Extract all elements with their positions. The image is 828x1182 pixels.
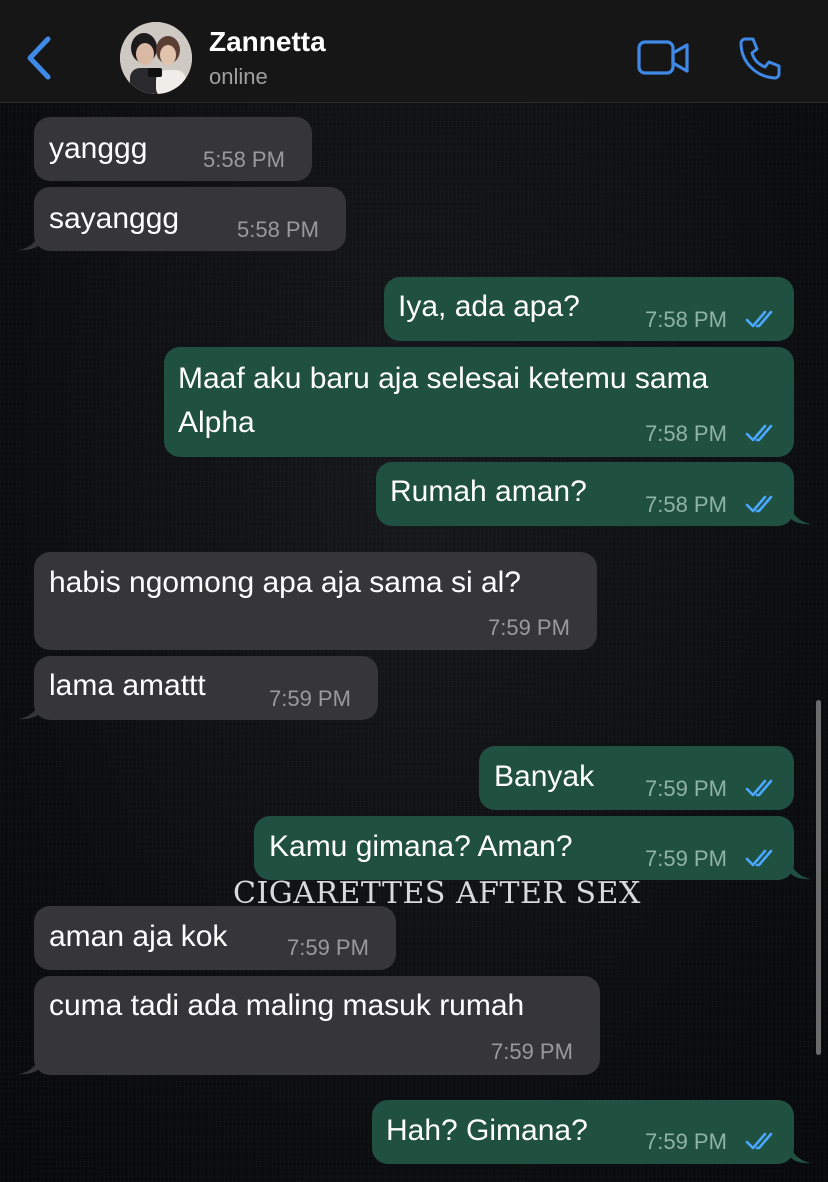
- incoming-message[interactable]: sayanggg 5:58 PM: [34, 187, 346, 251]
- outgoing-message[interactable]: Rumah aman? 7:58 PM: [376, 462, 794, 526]
- incoming-message[interactable]: habis ngomong apa aja sama si al? 7:59 P…: [34, 552, 597, 650]
- message-text: Rumah aman?: [390, 475, 587, 508]
- message-time: 5:58 PM: [203, 147, 285, 172]
- contact-status: online: [209, 64, 268, 89]
- message-text: lama amattt: [49, 669, 206, 702]
- chat-scrollbar[interactable]: [816, 700, 821, 1055]
- incoming-message[interactable]: aman aja kok 7:59 PM: [34, 906, 396, 970]
- outgoing-message[interactable]: Maaf aku baru aja selesai ketemu sama Al…: [164, 347, 794, 457]
- contact-avatar[interactable]: [120, 22, 192, 94]
- double-check-icon: [745, 1132, 773, 1150]
- incoming-message[interactable]: yanggg 5:58 PM: [34, 117, 312, 181]
- message-time: 7:59 PM: [287, 935, 369, 960]
- message-text: Iya, ada apa?: [398, 290, 580, 323]
- outgoing-message[interactable]: Iya, ada apa? 7:58 PM: [384, 277, 794, 341]
- message-text: aman aja kok: [49, 920, 228, 953]
- video-call-button[interactable]: [636, 38, 692, 78]
- phone-icon: [739, 37, 781, 80]
- incoming-message[interactable]: lama amattt 7:59 PM: [34, 656, 378, 720]
- chat-header: Zannetta online: [0, 0, 828, 103]
- message-text: yanggg: [49, 132, 148, 165]
- message-text: habis ngomong apa aja sama si al?: [49, 566, 521, 599]
- message-time: 7:59 PM: [645, 846, 727, 871]
- contact-name[interactable]: Zannetta: [209, 26, 326, 58]
- message-time: 5:58 PM: [237, 217, 319, 242]
- video-camera-icon: [637, 40, 689, 75]
- message-time: 7:59 PM: [269, 686, 351, 711]
- message-time: 7:59 PM: [645, 776, 727, 801]
- incoming-message[interactable]: cuma tadi ada maling masuk rumah 7:59 PM: [34, 976, 600, 1075]
- outgoing-message[interactable]: Kamu gimana? Aman? 7:59 PM: [254, 816, 794, 880]
- message-time: 7:58 PM: [645, 421, 727, 446]
- message-text: Hah? Gimana?: [386, 1114, 588, 1147]
- double-check-icon: [745, 424, 773, 442]
- message-text: Kamu gimana? Aman?: [269, 830, 573, 863]
- double-check-icon: [745, 495, 773, 513]
- message-text: Banyak: [494, 760, 595, 793]
- message-text-line1: Maaf aku baru aja selesai ketemu sama: [178, 362, 709, 395]
- double-check-icon: [745, 779, 773, 797]
- message-text-line2: Alpha: [178, 406, 255, 439]
- message-text: sayanggg: [49, 202, 180, 235]
- message-time: 7:59 PM: [491, 1039, 573, 1064]
- back-button[interactable]: [20, 33, 60, 83]
- message-time: 7:59 PM: [488, 615, 570, 640]
- message-time: 7:58 PM: [645, 307, 727, 332]
- voice-call-button[interactable]: [736, 34, 784, 82]
- message-time: 7:58 PM: [645, 492, 727, 517]
- message-text: cuma tadi ada maling masuk rumah: [49, 989, 525, 1022]
- double-check-icon: [745, 310, 773, 328]
- outgoing-message[interactable]: Banyak 7:59 PM: [479, 746, 794, 810]
- double-check-icon: [745, 849, 773, 867]
- chevron-left-icon: [27, 36, 51, 80]
- message-time: 7:59 PM: [645, 1129, 727, 1154]
- avatar-photo: [120, 22, 192, 94]
- outgoing-message[interactable]: Hah? Gimana? 7:59 PM: [372, 1100, 794, 1164]
